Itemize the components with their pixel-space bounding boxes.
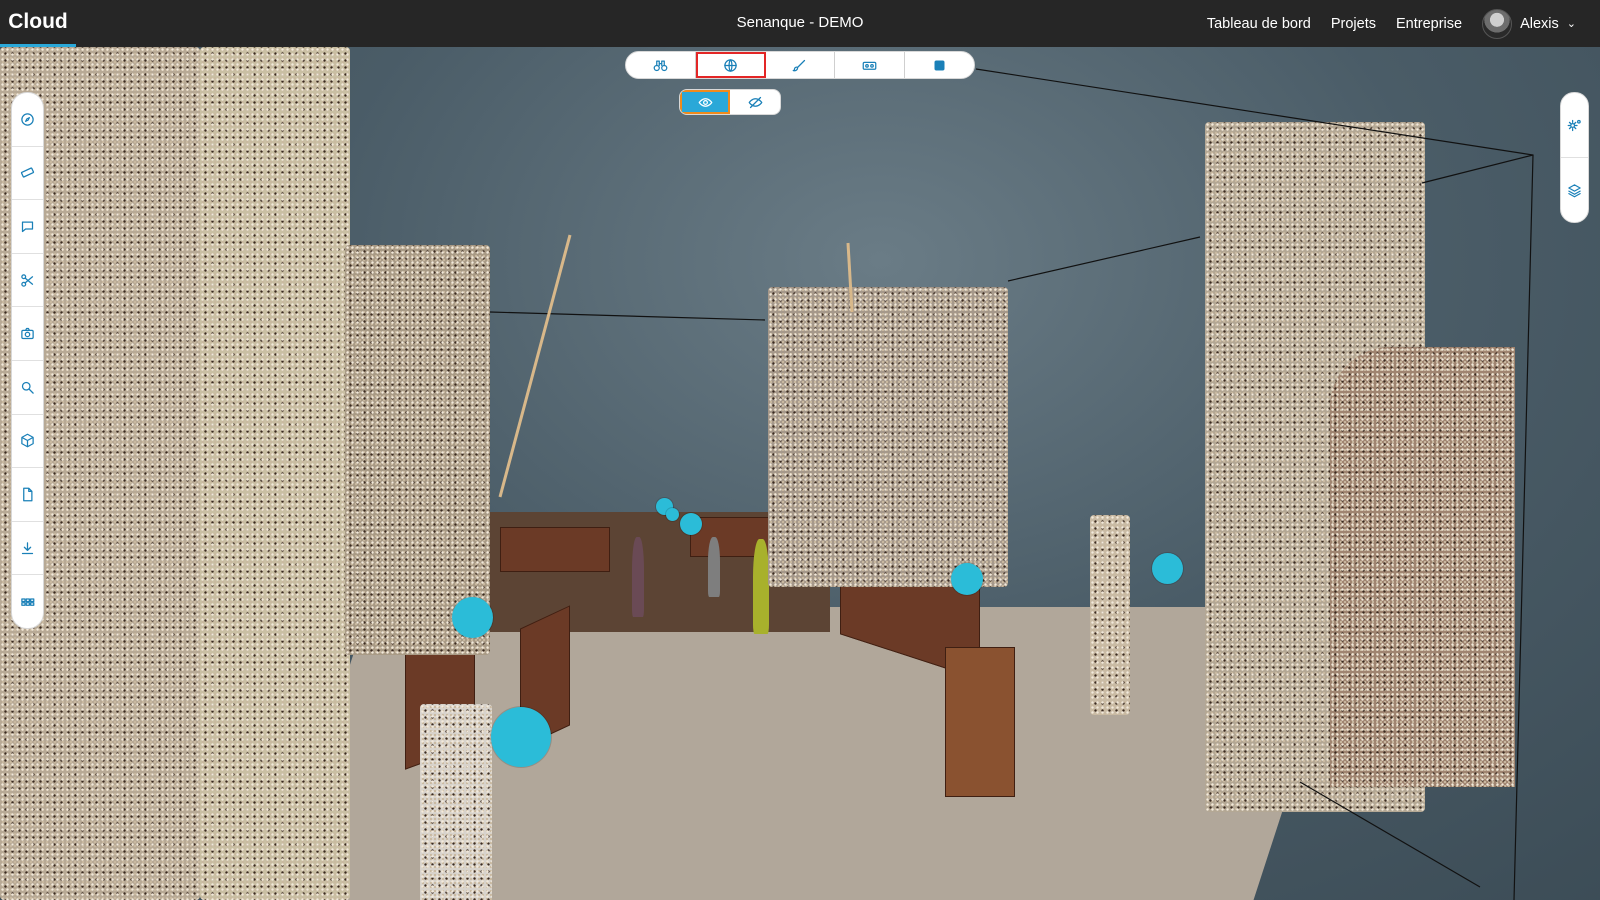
pillar-points bbox=[200, 47, 350, 900]
point-cloud-viewport[interactable] bbox=[0, 47, 1600, 900]
nav-projects-link[interactable]: Projets bbox=[1331, 16, 1376, 32]
eye-icon[interactable] bbox=[680, 90, 730, 114]
person-points bbox=[708, 537, 720, 597]
view-mode-toolbar bbox=[625, 51, 975, 79]
arch-points bbox=[1330, 347, 1515, 787]
project-title: Senanque - DEMO bbox=[736, 14, 864, 31]
arch-points bbox=[768, 287, 1008, 587]
user-menu[interactable]: Alexis ⌄ bbox=[1482, 8, 1576, 39]
file-icon[interactable] bbox=[12, 468, 43, 522]
cube-icon[interactable] bbox=[12, 415, 43, 469]
annotation-marker[interactable] bbox=[666, 508, 679, 521]
search-icon[interactable] bbox=[12, 361, 43, 415]
main-nav: Tableau de bord Projets Entreprise Alexi… bbox=[1207, 0, 1576, 47]
grid-icon[interactable] bbox=[12, 575, 43, 628]
annotation-marker[interactable] bbox=[951, 563, 983, 595]
brush-icon[interactable] bbox=[766, 52, 836, 78]
ruler-icon[interactable] bbox=[12, 147, 43, 201]
settings-icon[interactable] bbox=[1561, 93, 1588, 158]
visibility-toolbar bbox=[679, 89, 781, 115]
camera-icon[interactable] bbox=[12, 307, 43, 361]
person-points bbox=[753, 539, 769, 634]
layers-icon[interactable] bbox=[1561, 158, 1588, 222]
avatar bbox=[1482, 8, 1513, 39]
statue-points bbox=[1090, 515, 1130, 715]
user-name: Alexis bbox=[1520, 15, 1559, 32]
lectern-points bbox=[945, 647, 1015, 797]
scissors-icon[interactable] bbox=[12, 254, 43, 308]
pillar-points bbox=[345, 245, 490, 655]
brand-logo[interactable]: Cloud bbox=[0, 0, 76, 47]
left-toolbar bbox=[11, 92, 44, 629]
annotation-marker[interactable] bbox=[680, 513, 702, 535]
globe-icon[interactable] bbox=[695, 52, 766, 78]
nav-company-link[interactable]: Entreprise bbox=[1396, 16, 1462, 32]
square-icon[interactable] bbox=[905, 52, 974, 78]
annotation-marker[interactable] bbox=[452, 597, 493, 638]
right-toolbar bbox=[1560, 92, 1589, 223]
vr-headset-icon[interactable] bbox=[835, 52, 906, 78]
person-points bbox=[632, 537, 644, 617]
annotation-marker[interactable] bbox=[1152, 553, 1183, 584]
pew-points bbox=[500, 527, 610, 572]
binoculars-icon[interactable] bbox=[626, 52, 696, 78]
top-bar: Cloud Senanque - DEMO Tableau de bord Pr… bbox=[0, 0, 1600, 47]
comment-icon[interactable] bbox=[12, 200, 43, 254]
chevron-down-icon: ⌄ bbox=[1566, 18, 1576, 30]
nav-dashboard-link[interactable]: Tableau de bord bbox=[1207, 16, 1311, 32]
eye-off-icon[interactable] bbox=[730, 90, 780, 114]
download-icon[interactable] bbox=[12, 522, 43, 576]
compass-icon[interactable] bbox=[12, 93, 43, 147]
pillar-base-points bbox=[420, 704, 492, 900]
annotation-marker[interactable] bbox=[491, 707, 551, 767]
